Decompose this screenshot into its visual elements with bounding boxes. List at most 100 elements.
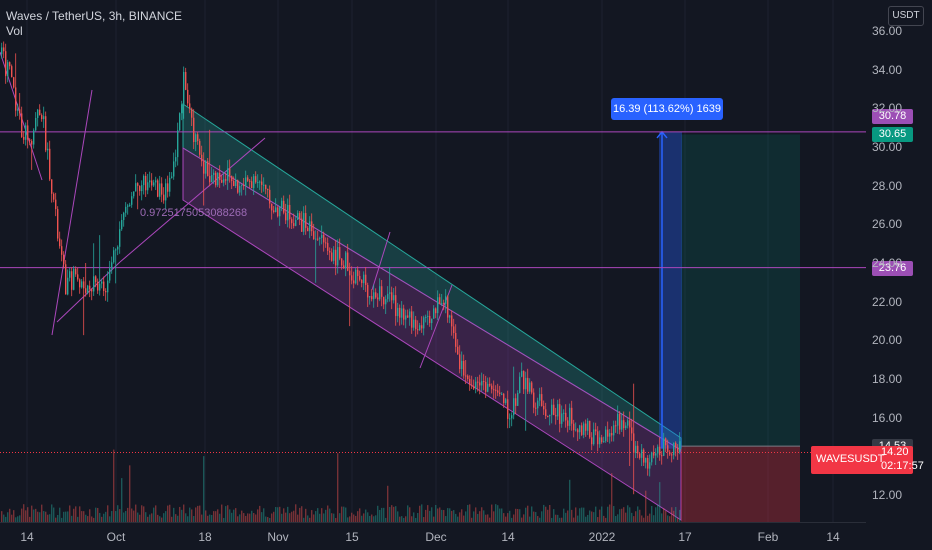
price-chart[interactable]: 0.9725175053088268: [0, 0, 932, 550]
volume-bar: [51, 504, 53, 522]
volume-bar: [671, 507, 673, 522]
candle-body: [205, 161, 207, 174]
volume-bar: [271, 513, 273, 522]
candle-body: [101, 281, 103, 284]
volume-bar: [311, 510, 313, 522]
volume-bar: [203, 456, 205, 522]
candle-body: [501, 393, 503, 395]
volume-indicator-label[interactable]: Vol: [6, 24, 182, 39]
candle-body: [389, 292, 391, 294]
volume-bar: [547, 509, 549, 522]
candle-body: [597, 431, 599, 445]
candle-body: [291, 219, 293, 224]
volume-bar: [461, 509, 463, 522]
volume-bar: [395, 506, 397, 522]
volume-bar: [7, 512, 9, 522]
volume-bar: [139, 514, 141, 522]
candle-body: [179, 113, 181, 131]
candle-body: [131, 196, 133, 205]
candle-body: [219, 172, 221, 180]
candle-body: [577, 429, 579, 433]
candle-body: [125, 206, 127, 213]
volume-bar: [3, 514, 5, 522]
candle-body: [237, 179, 239, 193]
candle-body: [327, 243, 329, 251]
candle-body: [393, 295, 395, 301]
candle-body: [87, 285, 89, 293]
candle-body: [371, 296, 373, 300]
candle-body: [533, 392, 535, 408]
volume-bar: [409, 507, 411, 522]
candle-body: [53, 193, 55, 200]
volume-bar: [443, 510, 445, 522]
volume-bar: [523, 514, 525, 522]
volume-bar: [19, 515, 21, 522]
candle-body: [111, 262, 113, 269]
volume-bar: [621, 508, 623, 522]
candle-body: [249, 180, 251, 182]
volume-bar: [455, 513, 457, 522]
volume-bar: [435, 504, 437, 522]
candle-body: [113, 250, 115, 263]
candle-body: [29, 139, 31, 142]
candle-body: [467, 375, 469, 380]
candle-body: [45, 116, 47, 151]
candle-body: [351, 275, 353, 281]
candle-body: [655, 453, 657, 456]
time-axis-label: Dec: [425, 530, 447, 544]
volume-bar: [371, 514, 373, 522]
volume-bar: [259, 505, 261, 522]
candle-body: [469, 379, 471, 385]
volume-bar: [99, 512, 101, 522]
candle-body: [305, 213, 307, 228]
symbol-title[interactable]: Waves / TetherUS, 3h, BINANCE: [6, 9, 182, 24]
candle-body: [669, 451, 671, 455]
volume-bar: [467, 504, 469, 522]
volume-bar: [515, 508, 517, 522]
channel-upper-band: [182, 103, 682, 451]
candle-body: [529, 382, 531, 392]
candle-body: [261, 181, 263, 185]
candle-body: [203, 161, 205, 174]
candle-body: [403, 308, 405, 320]
candle-body: [547, 415, 549, 417]
candle-body: [269, 189, 271, 204]
volume-bar: [255, 514, 257, 522]
candle-body: [307, 227, 309, 232]
candle-body: [551, 404, 553, 415]
volume-bar: [459, 512, 461, 522]
candle-body: [637, 445, 639, 454]
candle-body: [247, 177, 249, 181]
volume-bar: [113, 449, 115, 522]
volume-bar: [239, 514, 241, 522]
candle-body: [163, 194, 165, 201]
candle-body: [401, 308, 403, 318]
candle-body: [611, 433, 613, 436]
candle-body: [629, 420, 631, 428]
volume-bar: [33, 509, 35, 522]
candle-body: [33, 130, 35, 145]
time-axis-label: Feb: [757, 530, 779, 544]
volume-bar: [623, 507, 625, 522]
volume-bar: [367, 512, 369, 522]
volume-bar: [261, 512, 263, 522]
volume-bar: [287, 506, 289, 522]
candle-body: [485, 381, 487, 392]
volume-bar: [199, 505, 201, 522]
volume-bar: [97, 507, 99, 522]
volume-bar: [389, 506, 391, 522]
currency-button[interactable]: USDT: [888, 6, 924, 26]
candle-body: [423, 317, 425, 329]
volume-bar: [429, 510, 431, 522]
candle-body: [673, 442, 675, 456]
volume-bar: [179, 506, 181, 522]
candle-body: [671, 454, 673, 456]
candle-body: [333, 249, 335, 261]
candle-body: [319, 237, 321, 239]
candle-body: [23, 136, 25, 140]
candle-body: [55, 199, 57, 210]
candle-body: [323, 234, 325, 243]
candle-body: [363, 274, 365, 284]
volume-bar: [357, 511, 359, 522]
candle-body: [635, 445, 637, 453]
